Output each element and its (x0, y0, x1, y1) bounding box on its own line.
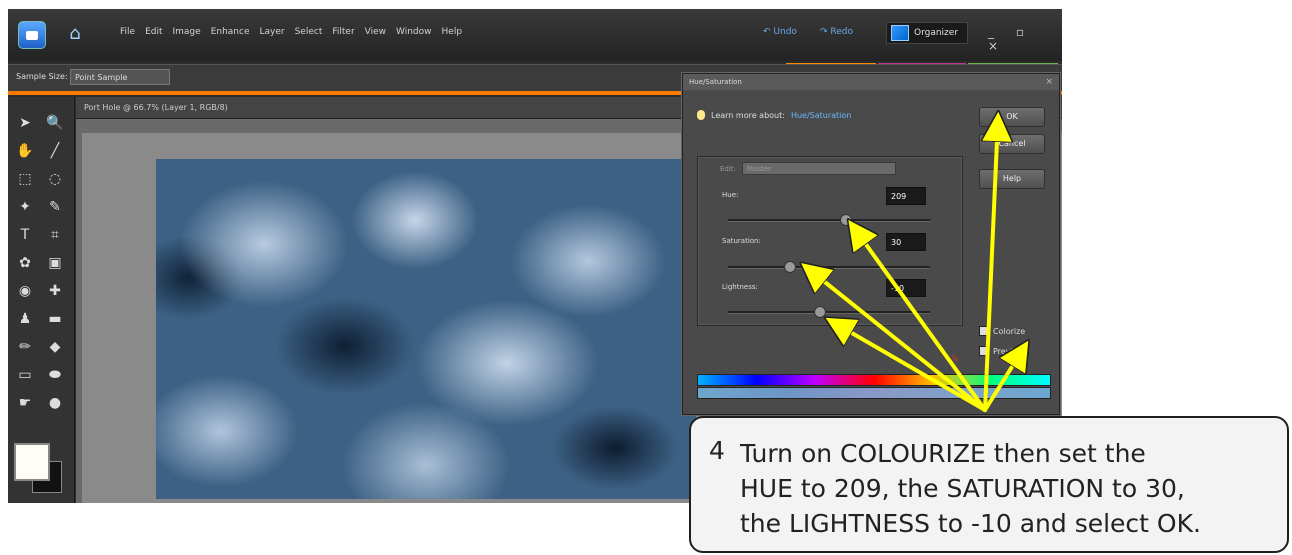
zoom-icon[interactable]: 🔍 (44, 113, 66, 132)
saturation-slider[interactable] (728, 261, 930, 273)
hue-saturation-dialog: Hue/Saturation × Learn more about: Hue/S… (682, 73, 1060, 415)
instruction-line: Turn on COLOURIZE then set the (740, 439, 1146, 468)
eyedropper-icon[interactable]: ✎ (951, 354, 959, 365)
saturation-field[interactable]: 30 (886, 233, 926, 251)
undo-label: Undo (773, 27, 797, 37)
lightness-slider-thumb[interactable] (813, 306, 826, 318)
type-icon[interactable]: T (14, 225, 36, 244)
crop-icon[interactable]: ⌗ (44, 225, 66, 244)
step-number: 4 (709, 436, 725, 465)
window-controls[interactable]: _ ▫ × (988, 25, 1062, 53)
close-icon[interactable]: × (1045, 74, 1053, 90)
app-icon[interactable] (18, 21, 46, 49)
sample-size-label: Sample Size: (16, 72, 68, 81)
shape-icon[interactable]: ⬬ (44, 365, 66, 384)
instruction-callout: 4 Turn on COLOURIZE then set the HUE to … (689, 416, 1289, 553)
hand-icon[interactable]: ✋ (14, 141, 36, 160)
edit-select[interactable]: Master (742, 162, 896, 175)
instruction-line: HUE to 209, the SATURATION to 30, (740, 474, 1185, 503)
saturation-label: Saturation: (722, 237, 761, 245)
sponge-icon[interactable]: ● (44, 393, 66, 412)
menu-window[interactable]: Window (396, 27, 432, 37)
menu-layer[interactable]: Layer (260, 27, 285, 37)
red-eye-icon[interactable]: ◉ (14, 281, 36, 300)
healing-icon[interactable]: ✚ (44, 281, 66, 300)
preview-checkbox-box[interactable] (979, 346, 989, 356)
move-icon[interactable]: ➤ (14, 113, 36, 132)
organizer-icon (891, 25, 909, 41)
learn-more: Learn more about: Hue/Saturation (697, 110, 851, 120)
edit-label: Edit: (720, 165, 736, 173)
menu-enhance[interactable]: Enhance (211, 27, 250, 37)
toolbox: ➤ 🔍 ✋ ╱ ⬚ ◌ ✦ ✎ T ⌗ ✿ ▣ ◉ ✚ ♟ ▬ ✏ ◆ ▭ ⬬ ☛ ● (8, 97, 75, 503)
blur-icon[interactable]: ☛ (14, 393, 36, 412)
hue-label: Hue: (722, 191, 739, 199)
sample-size-select[interactable]: Point Sample (70, 69, 170, 85)
ok-button[interactable]: OK (979, 107, 1045, 127)
lightbulb-icon (697, 110, 705, 120)
colorize-checkbox[interactable]: Colorize (979, 326, 1025, 336)
paint-bucket-icon[interactable]: ◆ (44, 337, 66, 356)
menu-bar: ⌂ File Edit Image Enhance Layer Select F… (8, 9, 1062, 61)
eraser-icon[interactable]: ▬ (44, 309, 66, 328)
undo-button[interactable]: ↶ Undo (763, 27, 797, 37)
redo-label: Redo (830, 27, 854, 37)
clouds-image[interactable] (156, 159, 696, 499)
foreground-color-swatch[interactable] (14, 443, 50, 481)
hue-field[interactable]: 209 (886, 187, 926, 205)
pencil-icon[interactable]: ✏ (14, 337, 36, 356)
menu-select[interactable]: Select (295, 27, 323, 37)
straighten-icon[interactable]: ▣ (44, 253, 66, 272)
eyedropper-icon[interactable]: ╱ (44, 141, 66, 160)
cookie-cutter-icon[interactable]: ✿ (14, 253, 36, 272)
menu-filter[interactable]: Filter (332, 27, 354, 37)
preview-checkbox[interactable]: Preview (979, 346, 1024, 356)
hue-slider-thumb[interactable] (840, 214, 853, 226)
color-spectrum-bar (697, 374, 1051, 386)
learn-more-label: Learn more about: (711, 110, 785, 120)
lightness-field[interactable]: -10 (886, 279, 926, 297)
stamp-icon[interactable]: ♟ (14, 309, 36, 328)
main-menu: File Edit Image Enhance Layer Select Fil… (120, 27, 462, 37)
cancel-button[interactable]: Cancel (979, 134, 1045, 154)
lightness-slider[interactable] (728, 306, 930, 318)
brush-icon[interactable]: ✎ (44, 197, 66, 216)
magic-wand-icon[interactable]: ✦ (14, 197, 36, 216)
colorize-checkbox-box[interactable] (979, 326, 989, 336)
colorize-label: Colorize (993, 326, 1026, 336)
learn-more-link[interactable]: Hue/Saturation (791, 111, 851, 120)
instruction-line: the LIGHTNESS to -10 and select OK. (740, 509, 1201, 538)
hue-slider[interactable] (728, 214, 930, 226)
preview-label: Preview (993, 346, 1025, 356)
adjusted-spectrum-bar (697, 387, 1051, 399)
lasso-icon[interactable]: ◌ (44, 169, 66, 188)
gradient-icon[interactable]: ▭ (14, 365, 36, 384)
saturation-slider-thumb[interactable] (783, 261, 796, 273)
menu-view[interactable]: View (365, 27, 386, 37)
instruction-text: Turn on COLOURIZE then set the HUE to 20… (740, 436, 1280, 541)
marquee-icon[interactable]: ⬚ (14, 169, 36, 188)
lightness-label: Lightness: (722, 283, 758, 291)
redo-button[interactable]: ↷ Redo (820, 27, 853, 37)
home-icon[interactable]: ⌂ (64, 23, 86, 45)
help-button[interactable]: Help (979, 169, 1045, 189)
menu-edit[interactable]: Edit (145, 27, 162, 37)
menu-help[interactable]: Help (442, 27, 463, 37)
menu-file[interactable]: File (120, 27, 135, 37)
adjustments-group: Edit: Master Hue: 209 Saturation: 30 Lig… (697, 156, 963, 326)
dialog-title: Hue/Saturation (683, 74, 1059, 90)
menu-image[interactable]: Image (173, 27, 201, 37)
organizer-label: Organizer (914, 28, 959, 38)
organizer-button[interactable]: Organizer (886, 22, 968, 44)
